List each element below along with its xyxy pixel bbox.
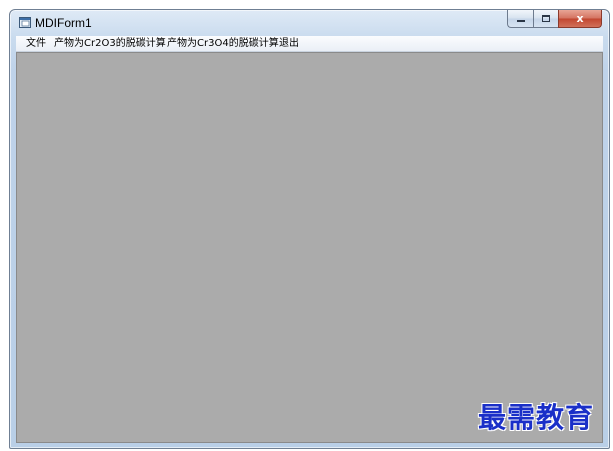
menu-item-file[interactable]: 文件 xyxy=(26,37,46,50)
menu-bar: 文件 产物为Cr2O3的脱碳计算 产物为Cr3O4的脱碳计算 退出 xyxy=(16,36,603,52)
minimize-button[interactable] xyxy=(507,10,533,28)
minimize-icon xyxy=(516,19,525,22)
menu-item-cr2o3-calc[interactable]: 产物为Cr2O3的脱碳计算 xyxy=(54,37,166,50)
window-title: MDIForm1 xyxy=(35,16,92,30)
maximize-icon xyxy=(542,15,550,22)
watermark-logo: 最需教育 xyxy=(477,401,594,434)
close-icon: x xyxy=(576,12,584,25)
mdi-parent-window: MDIForm1 x 文件 产物为Cr2O3的脱碳计算 产物为Cr3O4的脱碳计… xyxy=(9,9,610,449)
mdi-client-area[interactable]: 最需教育 xyxy=(16,52,603,443)
menu-item-exit[interactable]: 退出 xyxy=(279,37,299,50)
form-window-icon xyxy=(19,17,31,28)
maximize-button[interactable] xyxy=(533,10,558,28)
menu-item-cr3o4-calc[interactable]: 产物为Cr3O4的脱碳计算 xyxy=(167,37,279,50)
title-bar[interactable]: MDIForm1 x xyxy=(10,10,609,36)
close-button[interactable]: x xyxy=(558,10,602,28)
caption-buttons: x xyxy=(507,10,602,29)
